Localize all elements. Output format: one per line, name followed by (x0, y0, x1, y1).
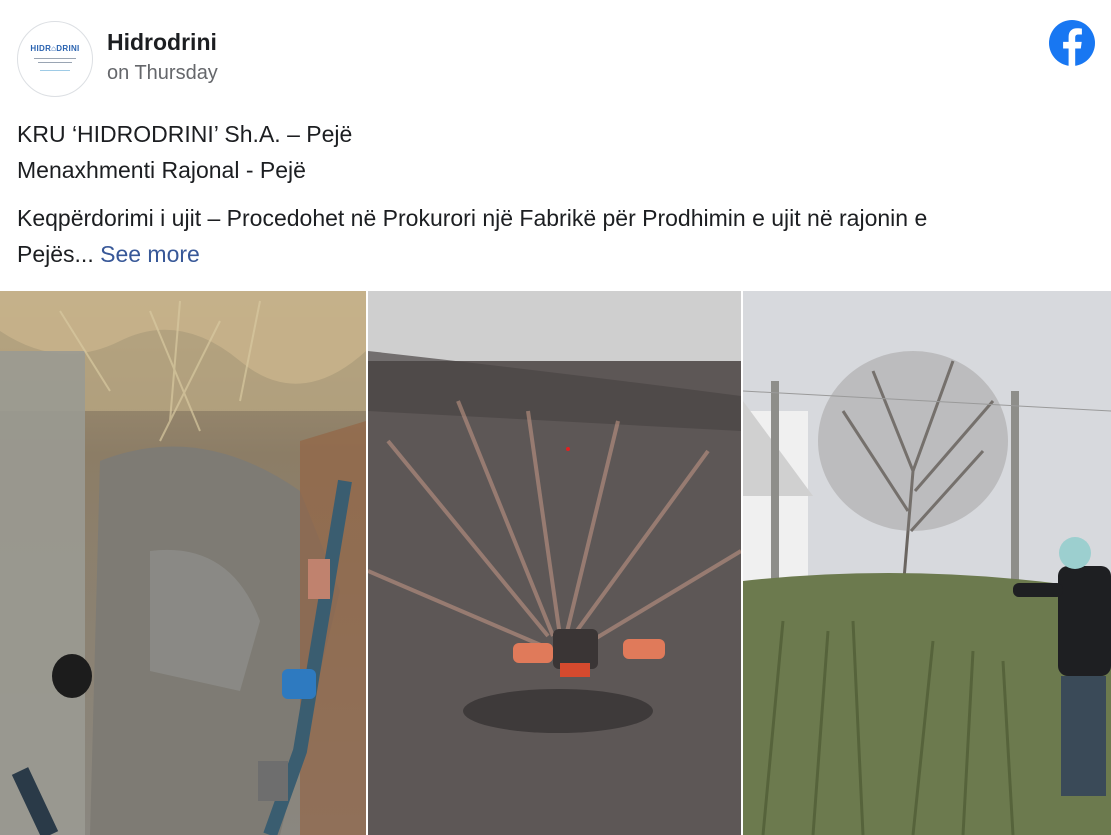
post-text-line-last: Pejës... See more (17, 241, 200, 268)
facebook-icon[interactable] (1049, 20, 1095, 66)
logo-line (34, 58, 76, 59)
post-text-fragment: Pejës... (17, 241, 94, 267)
avatar-logo-text: HIDR⌂DRINI (30, 44, 80, 53)
post-photo-field[interactable] (743, 291, 1111, 835)
page-avatar[interactable]: HIDR⌂DRINI (17, 21, 93, 97)
post-text-line: Keqpërdorimi i ujit – Procedohet në Prok… (17, 205, 928, 231)
facebook-post: HIDR⌂DRINI Hidrodrini on Thursday KRU ‘H… (0, 0, 1111, 835)
page-name-link[interactable]: Hidrodrini (107, 29, 217, 56)
post-timestamp[interactable]: on Thursday (107, 62, 218, 85)
see-more-link[interactable]: See more (100, 241, 200, 267)
post-photo-sprinkler[interactable] (368, 291, 741, 835)
logo-line (38, 62, 72, 63)
post-text-line: KRU ‘HIDRODRINI’ Sh.A. – Pejë (17, 121, 353, 147)
logo-line (40, 70, 70, 71)
post-text-line: Menaxhmenti Rajonal - Pejë (17, 157, 306, 183)
post-photo-pipe[interactable] (0, 291, 366, 835)
